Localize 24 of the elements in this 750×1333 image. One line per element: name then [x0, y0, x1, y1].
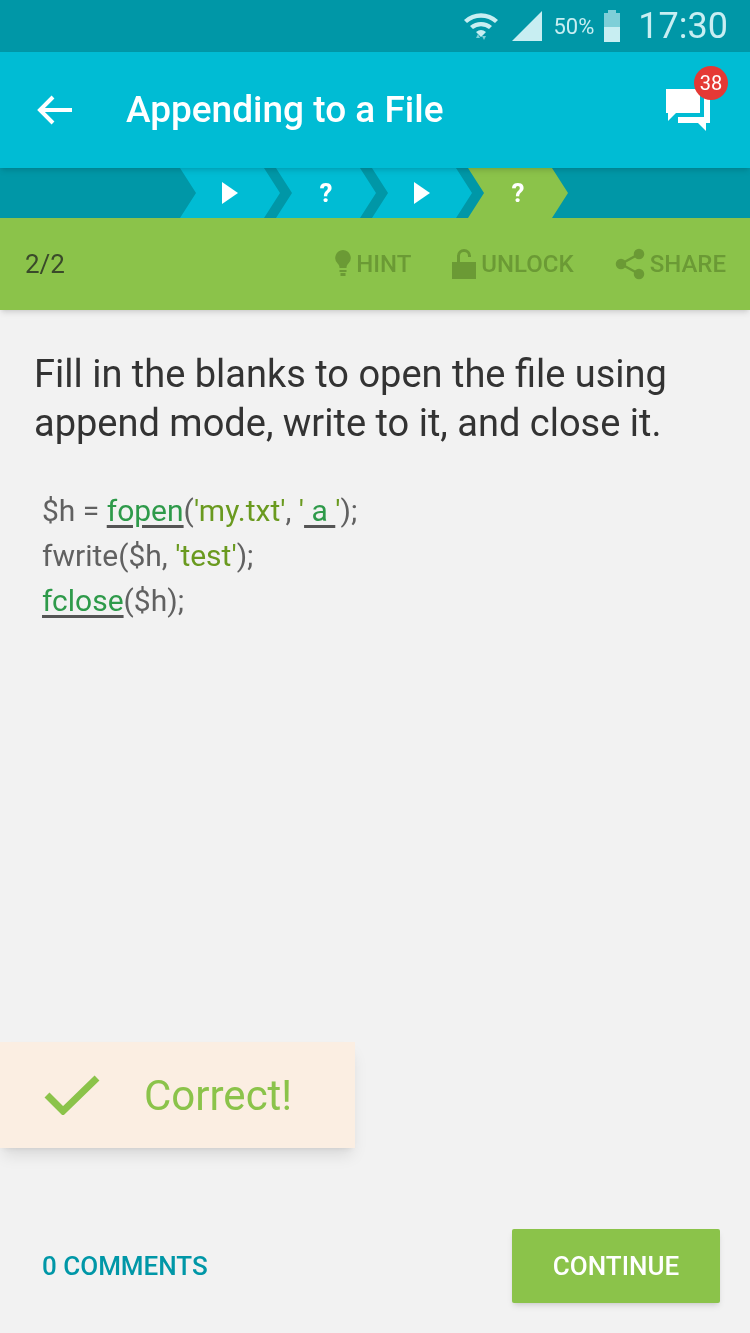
- code-line: fwrite($h, 'test');: [42, 537, 255, 575]
- feedback-text: Correct!: [144, 1069, 293, 1122]
- question-counter: 2/2: [25, 247, 65, 281]
- share-icon: [613, 248, 646, 280]
- question-text: Fill in the blanks to open the file using append mode, write to it, and close it.: [33, 351, 668, 447]
- code-line: $h = fopen('my.txt', ' a ');: [42, 492, 359, 530]
- play-icon: [414, 182, 430, 204]
- continue-button[interactable]: CONTINUE: [512, 1229, 720, 1303]
- lightbulb-icon: [334, 249, 353, 279]
- progress-step[interactable]: [372, 168, 472, 218]
- battery-percentage: 50%: [553, 12, 595, 41]
- progress-step[interactable]: ?: [468, 168, 568, 218]
- lesson-title: Appending to a File: [126, 87, 444, 134]
- play-icon: [222, 182, 238, 204]
- comments-link[interactable]: 0 COMMENTS: [30, 1246, 220, 1286]
- battery-icon: [604, 10, 621, 42]
- back-arrow-icon[interactable]: [36, 94, 74, 126]
- checkmark-icon: [44, 1075, 100, 1115]
- clock: 17:30: [638, 4, 728, 49]
- padlock-icon: [451, 248, 478, 280]
- progress-step[interactable]: [180, 168, 280, 218]
- notification-badge: 38: [694, 66, 728, 100]
- code-line: fclose($h);: [42, 582, 186, 620]
- progress-step[interactable]: ?: [276, 168, 376, 218]
